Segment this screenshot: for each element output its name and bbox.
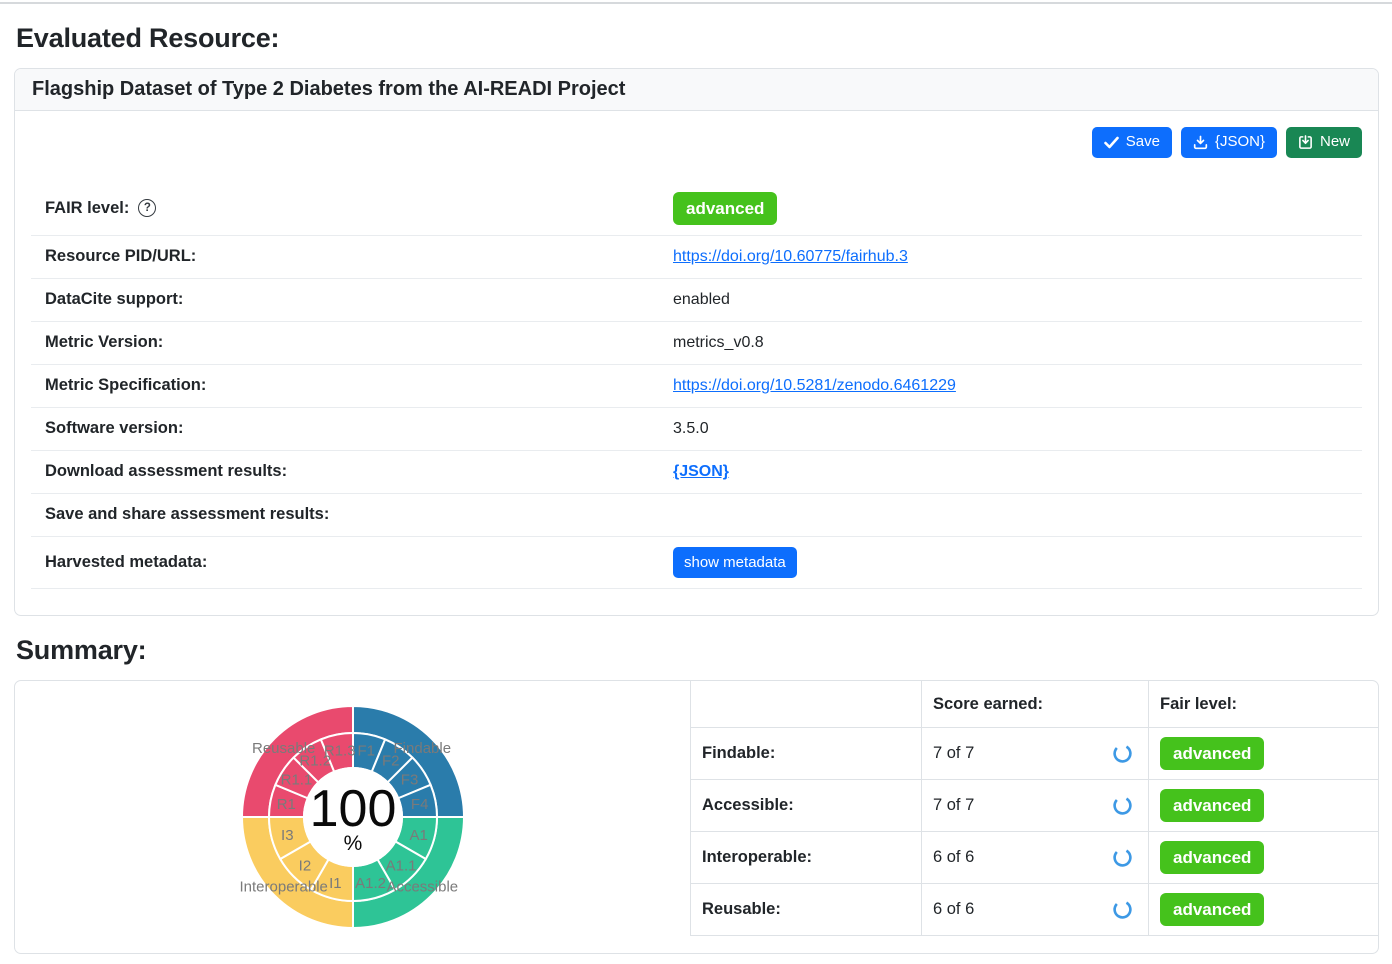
summary-panel: 100%F1F2F3F4FindableA1A1.1A1.2Accessible…	[14, 680, 1379, 954]
detail-row-harvested: Harvested metadata: show metadata	[31, 537, 1362, 589]
page: Evaluated Resource: Flagship Dataset of …	[0, 23, 1392, 954]
row-level-badge: advanced	[1160, 841, 1264, 874]
download-icon	[1193, 135, 1208, 150]
toolbar: Save {JSON} New	[31, 127, 1362, 158]
detail-row-metric-version: Metric Version: metrics_v0.8	[31, 322, 1362, 365]
svg-text:100: 100	[309, 780, 396, 838]
progress-ring-icon	[1112, 899, 1133, 920]
summary-header-row: Score earned: Fair level:	[691, 681, 1379, 728]
detail-row-software-version: Software version: 3.5.0	[31, 408, 1362, 451]
metric-version-value: metrics_v0.8	[673, 334, 764, 352]
svg-text:Interoperable: Interoperable	[239, 878, 327, 895]
svg-text:%: %	[343, 832, 362, 855]
fair-level-header: Fair level:	[1149, 681, 1379, 728]
evaluated-resource-heading: Evaluated Resource:	[16, 23, 1377, 54]
summary-table: Score earned: Fair level: Findable: 7 of…	[690, 681, 1378, 937]
row-label: Accessible:	[691, 780, 922, 832]
summary-heading: Summary:	[16, 635, 1377, 666]
detail-row-download-results: Download assessment results: {JSON}	[31, 451, 1362, 494]
progress-ring-icon	[1112, 847, 1133, 868]
metric-version-label: Metric Version:	[31, 333, 673, 352]
svg-text:I1: I1	[329, 875, 342, 892]
harvested-label: Harvested metadata:	[31, 553, 673, 572]
new-button-label: New	[1320, 134, 1350, 151]
save-share-label: Save and share assessment results:	[31, 505, 673, 524]
new-button[interactable]: New	[1286, 127, 1362, 158]
save-button-label: Save	[1126, 134, 1160, 151]
fair-score-donut-chart: 100%F1F2F3F4FindableA1A1.1A1.2Accessible…	[15, 681, 690, 953]
svg-text:Findable: Findable	[393, 740, 451, 757]
svg-text:Accessible: Accessible	[386, 878, 458, 895]
detail-row-save-share: Save and share assessment results:	[31, 494, 1362, 537]
pid-label: Resource PID/URL:	[31, 247, 673, 266]
progress-ring-icon	[1112, 743, 1133, 764]
pid-link[interactable]: https://doi.org/10.60775/fairhub.3	[673, 248, 908, 266]
box-arrow-in-down-icon	[1298, 135, 1313, 150]
software-version-value: 3.5.0	[673, 420, 709, 438]
top-divider	[0, 2, 1392, 4]
row-score: 6 of 6	[933, 900, 974, 919]
svg-text:I2: I2	[298, 857, 311, 874]
summary-row-interoperable: Interoperable: 6 of 6 advanced	[691, 832, 1379, 884]
summary-row-findable: Findable: 7 of 7 advanced	[691, 728, 1379, 780]
score-earned-header: Score earned:	[922, 681, 1149, 728]
svg-text:R1.1: R1.1	[280, 771, 312, 788]
summary-row-reusable: Reusable: 6 of 6 advanced	[691, 884, 1379, 936]
check-icon	[1104, 136, 1119, 149]
svg-text:A1: A1	[409, 827, 427, 844]
svg-text:F4: F4	[410, 796, 428, 813]
summary-row-accessible: Accessible: 7 of 7 advanced	[691, 780, 1379, 832]
download-results-label: Download assessment results:	[31, 462, 673, 481]
download-json-button-label: {JSON}	[1215, 134, 1265, 151]
detail-row-pid: Resource PID/URL: https://doi.org/10.607…	[31, 236, 1362, 279]
resource-title: Flagship Dataset of Type 2 Diabetes from…	[15, 69, 1378, 111]
svg-text:A1.2: A1.2	[355, 875, 386, 892]
detail-row-datacite: DataCite support: enabled	[31, 279, 1362, 322]
show-metadata-button[interactable]: show metadata	[673, 547, 797, 578]
row-label: Interoperable:	[691, 832, 922, 884]
svg-text:Reusable: Reusable	[252, 740, 315, 757]
detail-row-fair-level: FAIR level: ? advanced	[31, 182, 1362, 236]
download-json-button[interactable]: {JSON}	[1181, 127, 1277, 158]
summary-table-wrap: Score earned: Fair level: Findable: 7 of…	[690, 681, 1378, 953]
row-level-badge: advanced	[1160, 737, 1264, 770]
row-label: Reusable:	[691, 884, 922, 936]
row-level-badge: advanced	[1160, 893, 1264, 926]
software-version-label: Software version:	[31, 419, 673, 438]
question-circle-icon[interactable]: ?	[138, 199, 156, 217]
svg-text:R1.3: R1.3	[323, 742, 355, 759]
row-score: 7 of 7	[933, 796, 974, 815]
metric-spec-link[interactable]: https://doi.org/10.5281/zenodo.6461229	[673, 377, 956, 395]
metric-spec-label: Metric Specification:	[31, 376, 673, 395]
fair-level-badge: advanced	[673, 192, 777, 225]
row-score: 7 of 7	[933, 744, 974, 763]
svg-text:F1: F1	[357, 742, 375, 759]
row-label: Findable:	[691, 728, 922, 780]
row-level-badge: advanced	[1160, 789, 1264, 822]
row-score: 6 of 6	[933, 848, 974, 867]
svg-text:A1.1: A1.1	[385, 857, 416, 874]
datacite-label: DataCite support:	[31, 290, 673, 309]
progress-ring-icon	[1112, 795, 1133, 816]
resource-card-body: Save {JSON} New FAIR level:	[15, 111, 1378, 615]
empty-header-cell	[691, 681, 922, 728]
evaluated-resource-card: Flagship Dataset of Type 2 Diabetes from…	[14, 68, 1379, 616]
detail-row-metric-spec: Metric Specification: https://doi.org/10…	[31, 365, 1362, 408]
fair-level-label: FAIR level:	[45, 199, 129, 218]
svg-text:F3: F3	[400, 771, 418, 788]
datacite-value: enabled	[673, 291, 730, 309]
svg-text:R1: R1	[276, 796, 295, 813]
download-json-link[interactable]: {JSON}	[673, 463, 729, 481]
save-button[interactable]: Save	[1092, 127, 1172, 158]
sunburst-chart-svg: 100%F1F2F3F4FindableA1A1.1A1.2Accessible…	[238, 702, 468, 932]
svg-text:I3: I3	[281, 827, 294, 844]
